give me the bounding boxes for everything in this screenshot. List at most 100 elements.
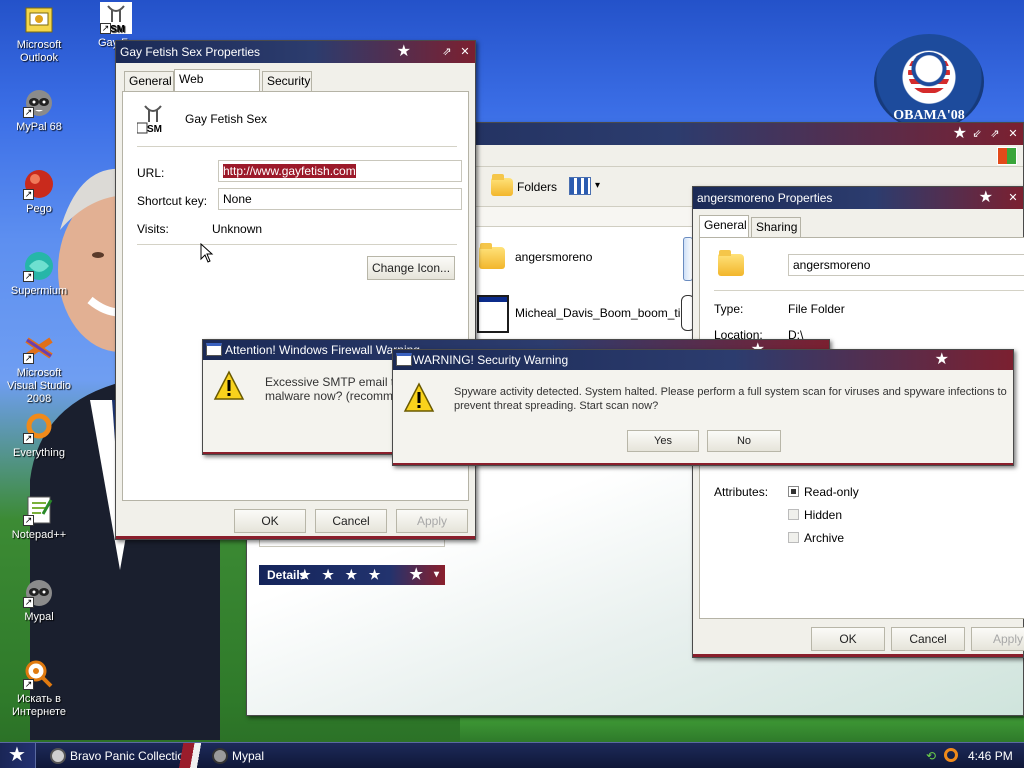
desktop-icon-supermium[interactable]: ↗ Supermium (1, 250, 77, 298)
search-icon[interactable] (944, 748, 958, 762)
dsm-shortcut-icon: SM (137, 102, 169, 134)
shortcut-key-field[interactable]: None (218, 188, 462, 210)
close-icon[interactable]: ✕ (1007, 128, 1019, 140)
shortcut-arrow-icon: ↗ (23, 433, 34, 444)
desktop-icon-label: Pego (26, 203, 52, 215)
checkbox-archive[interactable]: Archive (788, 530, 844, 546)
folders-button[interactable]: Folders (489, 174, 558, 198)
desktop-icon-mypal68[interactable]: ↗ MyPal 68 (1, 86, 77, 134)
star-icon: ★ (8, 744, 26, 766)
desktop-icon-mypal[interactable]: ↗ Mypal (1, 576, 77, 624)
details-panel-header[interactable]: ★ ★ ★ ★ Details ★ ▾ (259, 565, 445, 585)
desktop-icon-label: Mypal (24, 611, 54, 623)
window-bottom-stripe (116, 536, 475, 539)
warning-icon (403, 382, 435, 412)
url-field[interactable]: http://www.gayfetish.com (218, 160, 462, 182)
change-icon-button[interactable]: Change Icon... (367, 256, 455, 280)
tab-strip: General Web Document Security (124, 69, 474, 105)
checkbox-label: Read-only (804, 485, 859, 499)
folder-icon (491, 174, 513, 196)
firewall-message-line1: Excessive SMTP email traff (265, 375, 412, 389)
window-title: angersmoreno Properties (697, 191, 833, 205)
shortcut-arrow-icon: ↗ (23, 597, 34, 608)
window-bottom-stripe (393, 463, 1013, 465)
yes-button[interactable]: Yes (627, 430, 699, 452)
dialog-title: WARNING! Security Warning (413, 353, 569, 367)
url-value-selected: http://www.gayfetish.com (223, 164, 356, 178)
tab-general[interactable]: General (699, 215, 749, 237)
folder-name-field[interactable]: angersmoreno (788, 254, 1024, 276)
desktop-icon-everything[interactable]: ↗ Everything (1, 412, 77, 460)
taskbar-item-mypal[interactable]: Mypal (210, 746, 330, 766)
start-button[interactable]: ★ (0, 743, 36, 768)
minimize-icon[interactable]: ⇙ (971, 128, 983, 140)
shortcut-key-label: Shortcut key: (137, 194, 208, 208)
cancel-button[interactable]: Cancel (891, 627, 965, 651)
details-label: Details (267, 568, 307, 582)
security-titlebar[interactable]: WARNING! Security Warning ★ (393, 350, 1013, 370)
window-app-icon (396, 353, 412, 366)
tab-web-document[interactable]: Web Document (174, 69, 260, 105)
folder-icon (479, 243, 505, 269)
desktop-icon-visual-studio[interactable]: ↗ Microsoft Visual Studio 2008 (1, 332, 77, 406)
apply-button[interactable]: Apply (971, 627, 1024, 651)
cancel-button[interactable]: Cancel (315, 509, 387, 533)
file-name: angersmoreno (515, 250, 593, 264)
raccoon-icon (212, 748, 228, 764)
window-title: Gay Fetish Sex Properties (120, 45, 261, 59)
chevron-down-icon: ▾ (433, 569, 439, 580)
desktop-icon-label: Microsoft Outlook (16, 39, 62, 64)
shortcut-arrow-icon: ↗ (23, 189, 34, 200)
clock[interactable]: 4:46 PM (968, 743, 1013, 768)
checkbox-label: Hidden (804, 508, 843, 522)
taskbar: ★ Bravo Panic Collection Mypal ⟲ 4:46 PM (0, 742, 1024, 768)
maximize-icon[interactable]: ⇗ (989, 128, 1001, 140)
shortcut-name: Gay Fetish Sex (185, 112, 268, 126)
type-value: File Folder (788, 302, 845, 316)
folder-icon (718, 250, 744, 276)
wallpaper-grass (460, 718, 1024, 742)
ok-button[interactable]: OK (811, 627, 885, 651)
star-icon: ★ (934, 351, 949, 368)
checkbox-hidden[interactable]: Hidden (788, 507, 842, 523)
ok-button[interactable]: OK (234, 509, 306, 533)
divider (714, 290, 1024, 291)
taskbar-item-label: Mypal (232, 749, 265, 763)
shortcut-arrow-icon: ↗ (23, 679, 34, 690)
firewall-message-line2: malware now? (recommenc (265, 389, 413, 403)
close-icon[interactable]: ✕ (1007, 192, 1019, 204)
star-icon: ★ (409, 566, 423, 583)
star-icon: ★ (396, 43, 411, 60)
list-item[interactable]: angersmoreno (479, 241, 592, 273)
folder-properties-titlebar[interactable]: angersmoreno Properties ★ ✕ (693, 187, 1023, 209)
checkbox-checked-icon (788, 486, 799, 497)
security-message-line2: prevent threat spreading. Start scan now… (454, 400, 659, 412)
taskbar-flag-stripe (170, 743, 210, 768)
system-tray: ⟲ 4:46 PM (920, 743, 1024, 768)
help-icon[interactable]: ⇗ (441, 46, 453, 58)
tab-general[interactable]: General (124, 71, 174, 91)
type-label: Type: (714, 302, 744, 316)
desktop-icon-outlook[interactable]: Microsoft Outlook (1, 4, 77, 65)
list-item[interactable]: Micheal_Davis_Boom_boom_time (477, 295, 697, 335)
desktop-icon-notepad-plus-plus[interactable]: ↗ Notepad++ (1, 494, 77, 542)
chevron-down-icon: ▾ (595, 180, 601, 191)
desktop-icon-label: Искать в Интернете (12, 693, 66, 718)
file-name: Micheal_Davis_Boom_boom_time (515, 306, 698, 320)
checkbox-read-only[interactable]: Read-only (788, 484, 859, 500)
star-icon: ★ (978, 189, 993, 206)
desktop-icon-search-internet[interactable]: ↗ Искать в Интернете (1, 658, 77, 719)
apply-button[interactable]: Apply (396, 509, 468, 533)
folders-label: Folders (517, 180, 558, 194)
svg-text:SM: SM (110, 24, 125, 34)
desktop-icon-pego[interactable]: ↗ Pego (1, 168, 77, 216)
outlook-icon (25, 7, 53, 33)
views-button[interactable]: ▾ (569, 177, 603, 197)
shortcut-properties-titlebar[interactable]: Gay Fetish Sex Properties ★ ⇗ ✕ (116, 41, 475, 63)
tab-sharing[interactable]: Sharing (751, 217, 801, 237)
tab-security[interactable]: Security (262, 71, 312, 91)
no-button[interactable]: No (707, 430, 781, 452)
network-icon[interactable]: ⟲ (926, 749, 940, 763)
close-icon[interactable]: ✕ (459, 46, 471, 58)
checkbox-unchecked-icon (788, 509, 799, 520)
